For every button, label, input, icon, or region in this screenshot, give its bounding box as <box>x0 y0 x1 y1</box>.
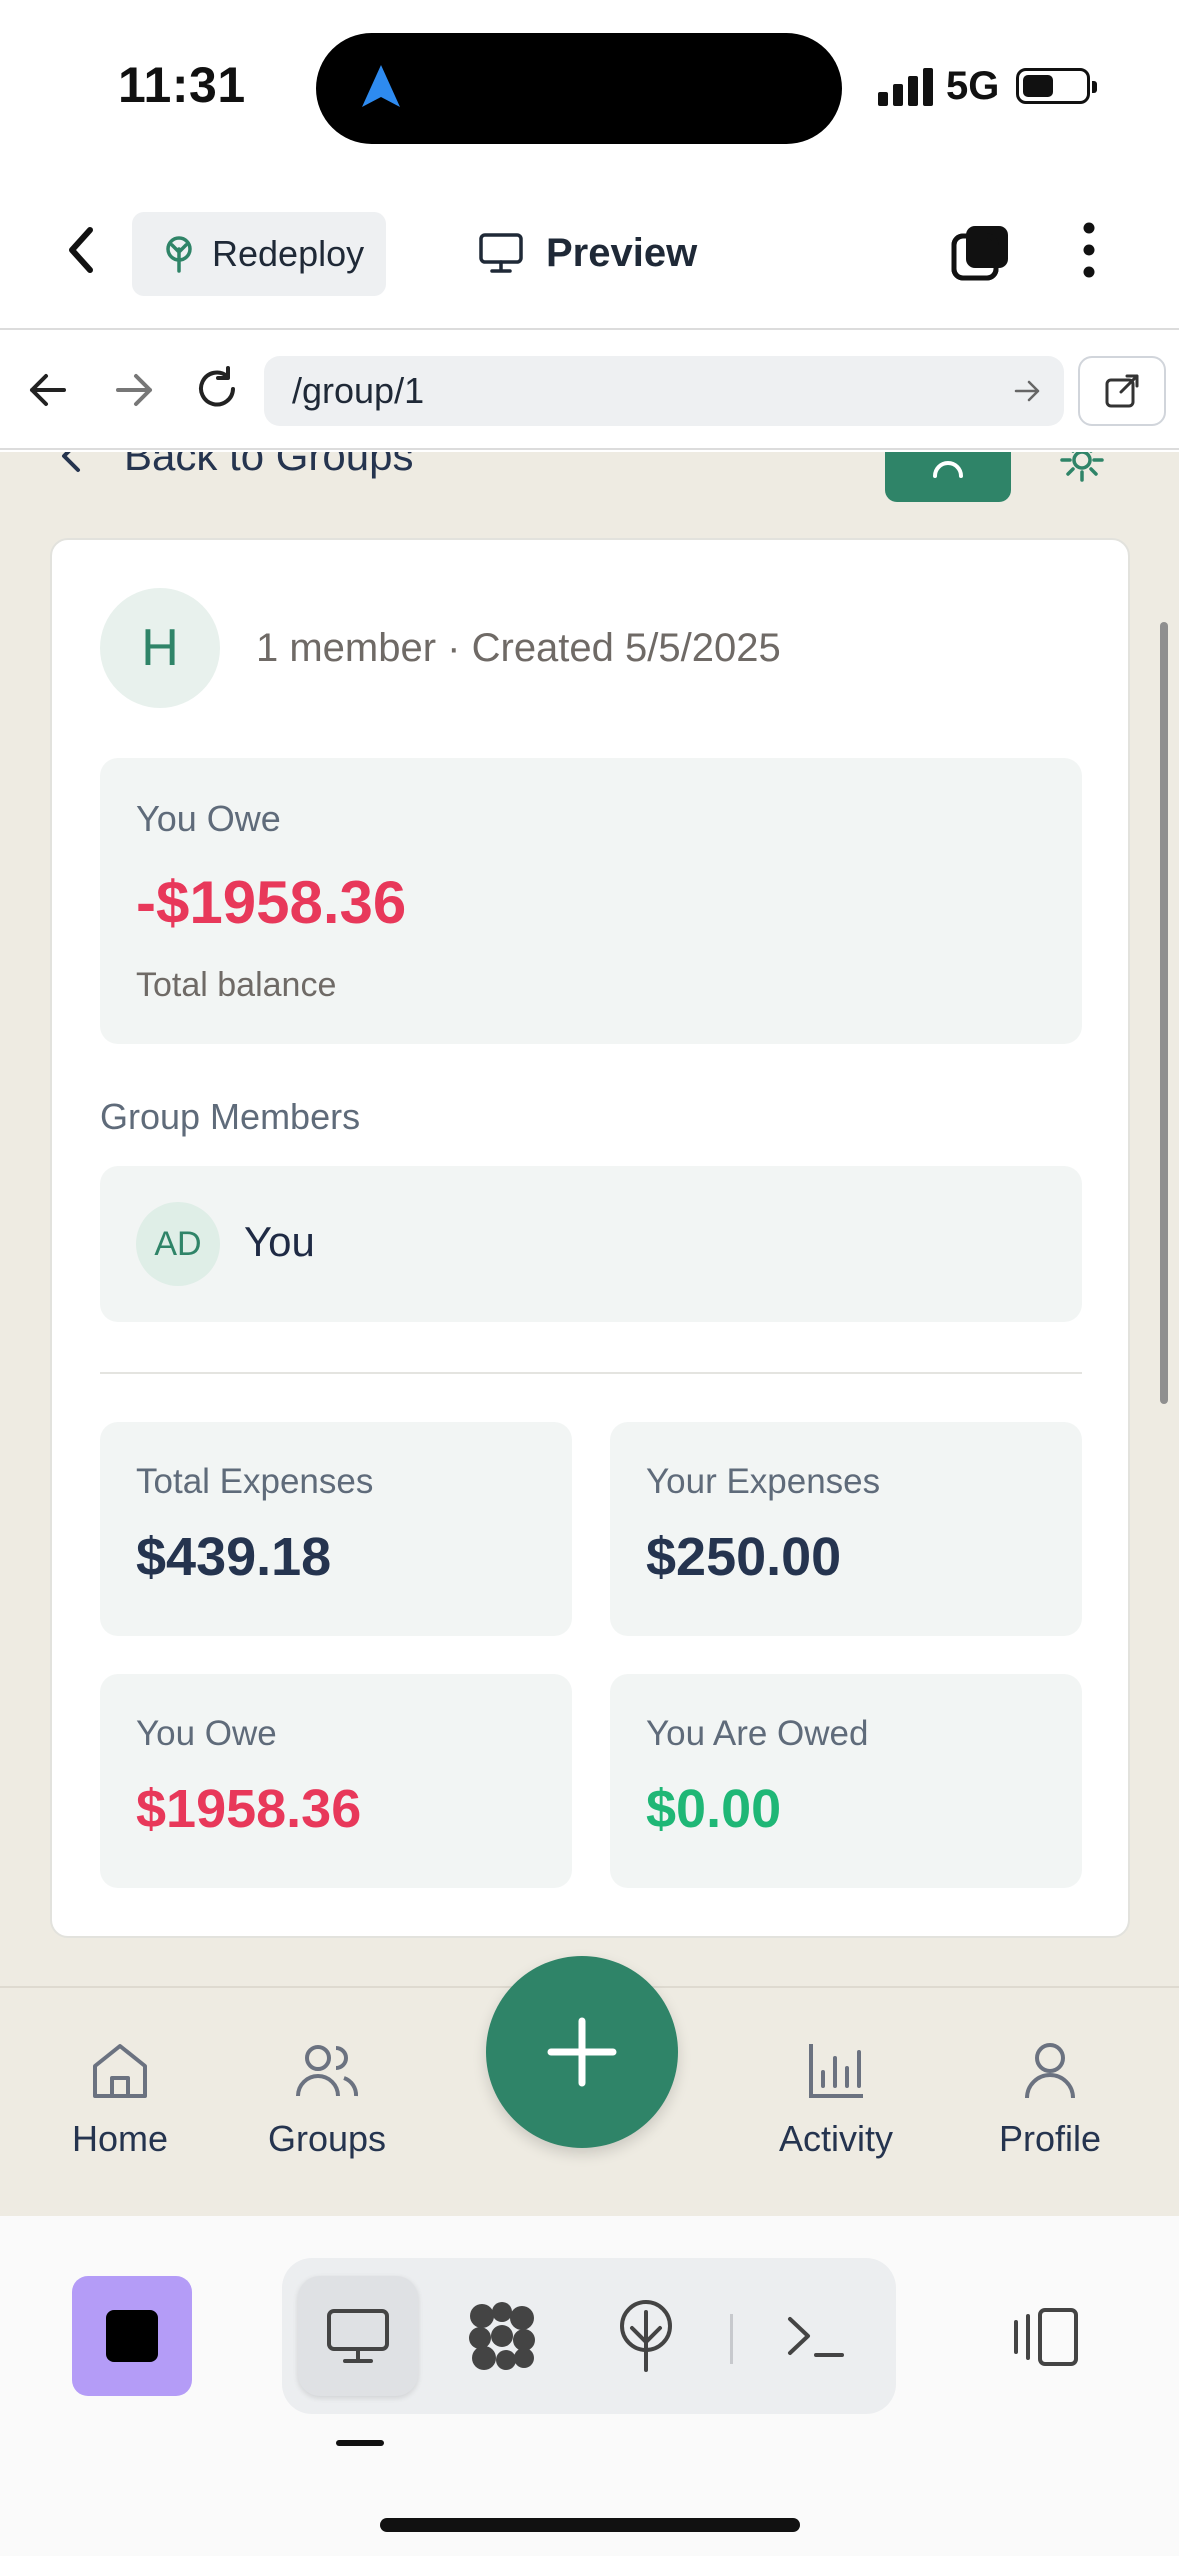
invite-member-button[interactable] <box>885 452 1011 502</box>
balance-summary: You Owe -$1958.36 Total balance <box>100 758 1082 1044</box>
home-icon <box>93 2044 147 2098</box>
navigation-arrow-icon <box>362 65 400 107</box>
tab-groups-label: Groups <box>267 2118 387 2159</box>
stat-label: You Are Owed <box>646 1714 869 1753</box>
battery-icon <box>1016 68 1097 104</box>
canvas-mode-button[interactable] <box>442 2276 562 2396</box>
tab-profile-label: Profile <box>998 2118 1102 2159</box>
deploy-mode-button[interactable] <box>586 2276 706 2396</box>
monitor-icon <box>479 233 523 273</box>
balance-sublabel: Total balance <box>136 966 337 1004</box>
stat-total-expenses: Total Expenses $439.18 <box>100 1422 572 1636</box>
settings-gear-icon[interactable] <box>1060 452 1104 482</box>
tab-activity[interactable]: Activity <box>766 2038 906 2160</box>
bar-chart-icon <box>809 2044 863 2098</box>
open-external-button[interactable] <box>1078 356 1166 426</box>
back-to-groups-link[interactable]: Back to Groups <box>56 452 413 480</box>
preview-label: Preview <box>546 230 698 275</box>
group-avatar: H <box>100 588 220 708</box>
dynamic-island <box>316 33 842 144</box>
stat-label: Your Expenses <box>646 1462 881 1501</box>
split-view-icon[interactable] <box>1010 2304 1082 2370</box>
members-heading: Group Members <box>100 1096 361 1137</box>
stat-value: $0.00 <box>646 1779 782 1839</box>
stop-button[interactable] <box>72 2276 192 2396</box>
stat-label: Total Expenses <box>136 1462 374 1501</box>
stop-icon <box>106 2310 158 2362</box>
arrow-left-icon[interactable] <box>26 368 70 412</box>
preview-mode-button[interactable] <box>298 2276 418 2396</box>
signal-icon <box>878 68 933 106</box>
monitor-icon <box>327 2309 389 2363</box>
mode-switcher <box>282 2258 896 2414</box>
builder-toolbar <box>0 2216 1179 2556</box>
app-header: Redeploy Preview <box>0 170 1179 330</box>
member-row[interactable]: AD You <box>100 1166 1082 1322</box>
balance-value: -$1958.36 <box>136 869 407 936</box>
tab-home[interactable]: Home <box>60 2038 180 2160</box>
tabs-icon[interactable] <box>950 222 1012 284</box>
divider <box>100 1372 1082 1374</box>
back-to-groups-label: Back to Groups <box>124 452 414 479</box>
terminal-mode-button[interactable] <box>756 2276 876 2396</box>
group-card: H 1 member · Created 5/5/2025 You Owe -$… <box>50 538 1130 1938</box>
url-bar: /group/1 <box>0 332 1179 450</box>
stat-value: $1958.36 <box>136 1779 362 1839</box>
stat-your-expenses: Your Expenses $250.00 <box>610 1422 1082 1636</box>
active-mode-indicator <box>336 2440 384 2446</box>
tree-deploy-icon <box>620 2300 672 2372</box>
go-arrow-icon[interactable] <box>1012 376 1042 406</box>
nodes-icon <box>469 2302 535 2370</box>
reload-icon[interactable] <box>192 364 242 414</box>
tab-home-label: Home <box>71 2118 169 2159</box>
plus-icon <box>547 2017 617 2087</box>
stat-you-are-owed: You Are Owed $0.00 <box>610 1674 1082 1888</box>
terminal-icon <box>788 2317 844 2357</box>
tree-icon <box>166 236 192 273</box>
url-input[interactable]: /group/1 <box>264 356 1064 426</box>
user-plus-icon <box>933 461 963 478</box>
preview-tab[interactable]: Preview <box>478 218 697 288</box>
users-icon <box>296 2045 358 2097</box>
group-meta: 1 member · Created 5/5/2025 <box>256 626 781 670</box>
stat-value: $250.00 <box>646 1527 842 1587</box>
status-bar: 11:31 5G <box>0 0 1179 170</box>
tab-groups[interactable]: Groups <box>262 2038 392 2160</box>
back-chevron-icon[interactable] <box>62 220 102 280</box>
scrollbar[interactable] <box>1160 622 1168 1404</box>
balance-label: You Owe <box>136 798 281 839</box>
redeploy-label: Redeploy <box>212 233 365 274</box>
user-icon <box>1025 2043 1075 2099</box>
member-avatar: AD <box>136 1202 220 1286</box>
arrow-right-icon[interactable] <box>112 368 156 412</box>
network-label: 5G <box>946 64 1000 108</box>
url-text: /group/1 <box>292 370 425 411</box>
stat-value: $439.18 <box>136 1527 332 1587</box>
chevron-left-icon <box>62 452 80 472</box>
mode-separator <box>730 2314 733 2364</box>
tab-profile[interactable]: Profile <box>990 2038 1110 2160</box>
status-time: 11:31 <box>118 57 246 113</box>
external-link-icon <box>1105 374 1139 408</box>
stat-label: You Owe <box>136 1714 277 1753</box>
tab-activity-label: Activity <box>778 2118 893 2159</box>
stat-you-owe: You Owe $1958.36 <box>100 1674 572 1888</box>
add-expense-button[interactable] <box>486 1956 678 2148</box>
web-content: Back to Groups H 1 member · Created 5/5/… <box>0 452 1179 2214</box>
more-vertical-icon[interactable] <box>1074 220 1104 280</box>
member-name: You <box>244 1218 315 1265</box>
home-indicator <box>380 2518 800 2532</box>
redeploy-button[interactable]: Redeploy <box>132 212 386 296</box>
